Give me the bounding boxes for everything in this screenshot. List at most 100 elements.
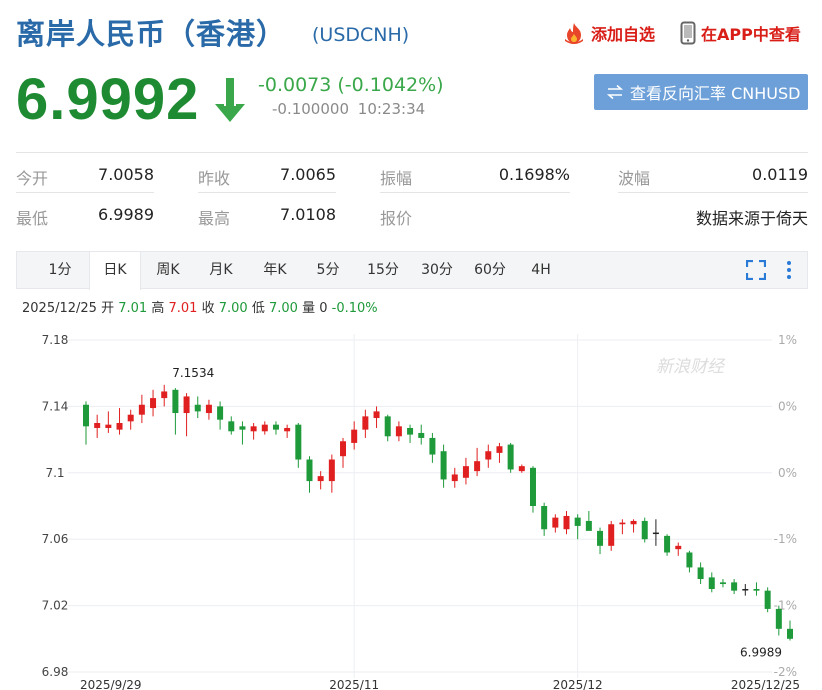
stat-value-low: 6.9989: [98, 205, 154, 224]
y-pct-label: -2%: [774, 665, 797, 679]
reverse-rate-label: 查看反向汇率 CNHUSD: [630, 84, 801, 103]
candle-body: [161, 391, 168, 399]
candle-body: [708, 577, 715, 589]
candle-body: [619, 522, 626, 525]
candle-body: [317, 476, 324, 482]
tab-daily-k[interactable]: 日K: [89, 252, 141, 290]
candle-body: [295, 424, 302, 460]
quote-subline: -0.100000 10:23:34: [272, 100, 425, 118]
candle-body: [652, 532, 659, 535]
tab-60min[interactable]: 60分: [463, 252, 517, 289]
candle-body: [250, 426, 257, 432]
stat-value-source: 数据来源于倚天: [695, 209, 808, 228]
down-arrow-icon: [213, 76, 247, 128]
candle-body: [373, 411, 380, 419]
candle-body: [306, 459, 313, 482]
candle-body: [474, 461, 481, 472]
candle-body: [764, 590, 771, 609]
candlestick-chart[interactable]: 新浪财经7.187.147.17.067.026.981%0%0%-1%-1%-…: [0, 320, 822, 690]
candle-body: [116, 423, 123, 430]
x-tick-label: 2025/9/29: [80, 678, 142, 690]
stat-value-range: 0.0119: [752, 165, 808, 184]
reverse-rate-button[interactable]: 查看反向汇率 CNHUSD: [594, 74, 808, 110]
tab-15min[interactable]: 15分: [355, 252, 411, 289]
current-price: 6.9992: [16, 67, 200, 132]
ohlc-volume: 0: [319, 301, 328, 316]
tab-30min[interactable]: 30分: [411, 252, 463, 289]
symbol-code: (USDCNH): [312, 24, 410, 46]
stat-value-prev-close: 7.0065: [280, 165, 336, 184]
candle-body: [742, 589, 749, 591]
candle-body: [641, 520, 648, 540]
phone-icon: [680, 21, 696, 45]
low-annotation: 6.9989: [740, 645, 782, 659]
candle-body: [183, 396, 190, 414]
candle-body: [138, 404, 145, 415]
candle-body: [340, 441, 347, 457]
ohlc-summary: 2025/12/25 开 7.01 高 7.01 收 7.00 低 7.00 量…: [22, 297, 378, 316]
ohlc-open: 7.01: [118, 301, 148, 316]
y-pct-label: 0%: [778, 466, 797, 480]
candle-body: [239, 426, 246, 430]
tab-yearly-k[interactable]: 年K: [249, 252, 301, 289]
candle-body: [105, 424, 112, 428]
y-pct-label: 0%: [778, 399, 797, 413]
candle-body: [83, 404, 89, 427]
candle-body: [351, 429, 358, 443]
y-tick-label: 7.1: [45, 466, 64, 480]
candle-body: [775, 608, 782, 629]
candle-body: [328, 459, 335, 482]
tab-4h[interactable]: 4H: [517, 252, 565, 289]
candle-body: [362, 416, 369, 430]
stat-value-open: 7.0058: [98, 165, 154, 184]
candle-body: [127, 414, 134, 422]
x-tick-label: 2025/11: [329, 678, 379, 690]
more-options-icon[interactable]: [785, 260, 793, 284]
open-in-app-button[interactable]: 在APP中查看: [680, 20, 801, 46]
y-tick-label: 7.06: [42, 532, 69, 546]
candle-body: [228, 421, 235, 432]
candle-body: [697, 567, 704, 580]
y-tick-label: 7.14: [42, 399, 69, 413]
candle-body: [731, 582, 738, 591]
y-tick-label: 6.98: [42, 665, 69, 679]
add-favorite-button[interactable]: 添加自选: [562, 20, 655, 46]
candle-body: [261, 424, 268, 432]
candle-body: [608, 524, 615, 546]
page-title: 离岸人民币（香港）: [16, 17, 287, 51]
candle-body: [552, 517, 559, 528]
candle-body: [541, 506, 548, 530]
tab-monthly-k[interactable]: 月K: [195, 252, 247, 289]
stat-label-low: 最低: [16, 209, 49, 228]
price-change: -0.0073 (-0.1042%): [258, 74, 444, 96]
candle-body: [664, 535, 671, 553]
open-in-app-label: 在APP中查看: [701, 25, 801, 44]
swap-icon: [606, 84, 624, 100]
candle-body: [462, 466, 469, 478]
stat-label-open: 今开: [16, 169, 49, 188]
ohlc-low-label: 低: [251, 301, 265, 316]
y-pct-label: -1%: [774, 532, 797, 546]
fullscreen-icon[interactable]: [745, 259, 767, 284]
period-tabs: 1分 日K 周K 月K 年K 5分 15分 30分 60分 4H: [16, 251, 808, 290]
tab-5min[interactable]: 5分: [303, 252, 353, 289]
ohlc-volume-label: 量: [302, 301, 316, 316]
candle-body: [407, 427, 414, 435]
ohlc-date: 2025/12/25: [22, 301, 97, 316]
ohlc-close-label: 收: [201, 301, 215, 316]
candle-body: [440, 451, 447, 480]
header: 离岸人民币（香港） (USDCNH) 添加自选 在APP中查看: [0, 0, 822, 60]
candle-body: [150, 398, 157, 409]
flame-icon: [562, 22, 586, 44]
candle-body: [719, 582, 726, 585]
tab-1min[interactable]: 1分: [35, 252, 85, 289]
add-favorite-label: 添加自选: [591, 25, 656, 44]
candle-body: [194, 404, 201, 412]
candle-body: [172, 389, 179, 414]
candle-body: [686, 552, 693, 568]
stat-value-amplitude: 0.1698%: [498, 165, 570, 184]
stats-table: 今开 7.0058 昨收 7.0065 振幅 0.1698% 波幅 0.0119…: [16, 152, 808, 233]
candle-body: [451, 474, 458, 482]
tab-weekly-k[interactable]: 周K: [143, 252, 193, 289]
candle-body: [94, 423, 101, 428]
